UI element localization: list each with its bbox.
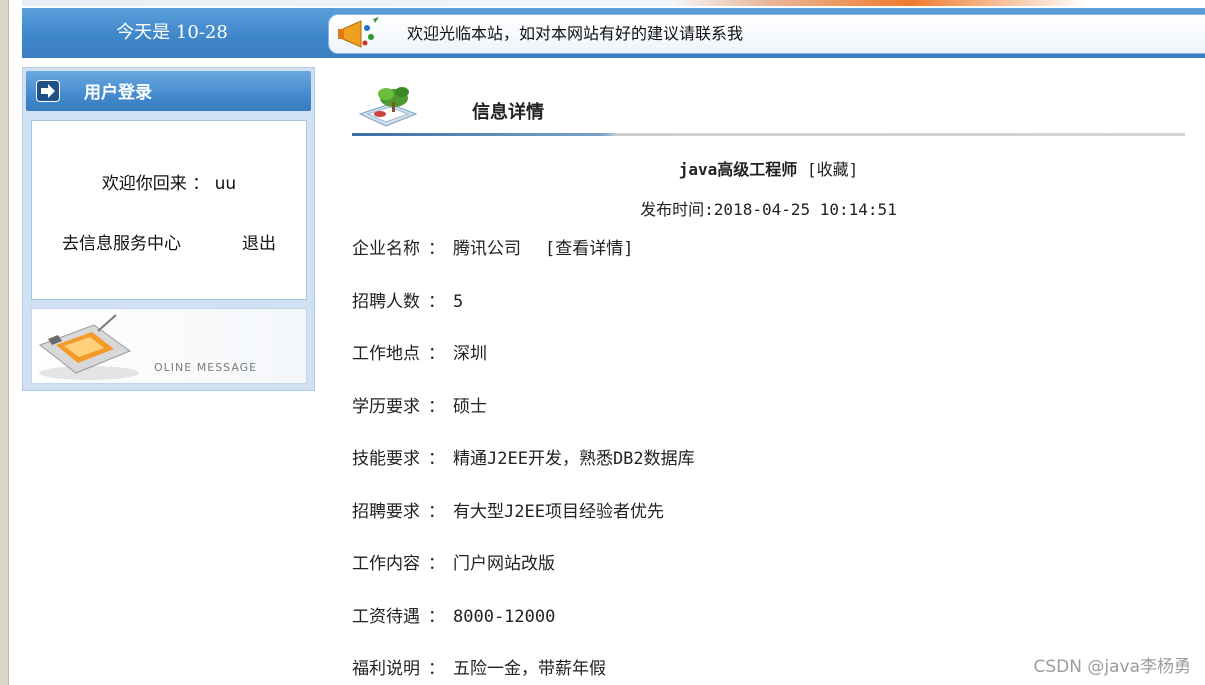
login-panel-header: 用户登录	[26, 71, 311, 111]
job-title-line: java高级工程师 [收藏]	[352, 156, 1185, 180]
field-label: 企业名称	[352, 239, 420, 259]
field-row-job-content: 工作内容 ： 门户网站改版	[352, 549, 555, 574]
field-separator: ：	[428, 554, 445, 574]
field-row-skills: 技能要求 ： 精通J2EE开发，熟悉DB2数据库	[352, 444, 695, 469]
field-row-salary: 工资待遇 ： 8000-12000	[352, 602, 555, 627]
window-edge	[0, 0, 9, 685]
field-label: 工作地点	[352, 344, 420, 364]
welcome-message: 欢迎你回来 ： uu	[32, 169, 306, 194]
login-panel: 用户登录 欢迎你回来 ： uu 去信息服务中心 退出 OLINE MESSAGE	[22, 67, 315, 391]
field-separator: ：	[428, 397, 445, 417]
field-label: 技能要求	[352, 449, 420, 469]
online-message-banner[interactable]: OLINE MESSAGE	[31, 308, 307, 384]
field-row-headcount: 招聘人数 ： 5	[352, 287, 463, 312]
field-value: 腾讯公司	[453, 239, 521, 259]
field-row-location: 工作地点 ： 深圳	[352, 339, 487, 364]
field-value: 硕士	[453, 397, 487, 417]
info-detail-header: 信息详情	[352, 80, 1185, 136]
date-text: 今天是 10-28	[116, 22, 228, 43]
publish-label: 发布时间:	[640, 200, 714, 219]
field-separator: ：	[428, 607, 445, 627]
csdn-watermark: CSDN @java李杨勇	[1033, 657, 1192, 677]
field-row-requirements: 招聘要求 ： 有大型J2EE项目经验者优先	[352, 497, 664, 522]
field-separator: ：	[428, 239, 445, 259]
field-label: 工作内容	[352, 554, 420, 574]
online-message-label: OLINE MESSAGE	[154, 361, 258, 374]
notice-text: 欢迎光临本站，如对本网站有好的建议请联系我	[407, 24, 744, 43]
field-label: 招聘要求	[352, 502, 420, 522]
username: uu	[214, 174, 237, 194]
field-separator: ：	[428, 344, 445, 364]
publish-time-line: 发布时间:2018-04-25 10:14:51	[352, 196, 1185, 220]
field-separator: ：	[428, 449, 445, 469]
megaphone-icon	[335, 15, 387, 53]
pda-device-icon	[34, 311, 144, 387]
job-title: java高级工程师	[678, 160, 798, 179]
field-label: 福利说明	[352, 659, 420, 679]
field-separator: ：	[428, 292, 445, 312]
view-company-details-link[interactable]: [查看详情]	[545, 239, 633, 259]
field-value: 有大型J2EE项目经验者优先	[453, 502, 664, 522]
section-title: 信息详情	[472, 102, 544, 123]
field-value: 精通J2EE开发，熟悉DB2数据库	[453, 449, 695, 469]
field-value: 8000-12000	[453, 607, 556, 627]
field-row-education: 学历要求 ： 硕士	[352, 392, 487, 417]
field-label: 招聘人数	[352, 292, 420, 312]
field-value: 5	[453, 292, 464, 312]
info-detail-panel: 信息详情 java高级工程师 [收藏] 发布时间:2018-04-25 10:1…	[352, 80, 1185, 679]
login-panel-title: 用户登录	[84, 83, 152, 103]
field-separator: ：	[428, 659, 445, 679]
top-banner-image	[22, 0, 1205, 6]
field-value: 门户网站改版	[453, 554, 555, 574]
field-row-company: 企业名称 ： 腾讯公司 [查看详情]	[352, 234, 633, 259]
favorite-link[interactable]: [收藏]	[807, 160, 858, 179]
field-value: 深圳	[453, 344, 487, 364]
welcome-prefix: 欢迎你回来 ：	[101, 174, 210, 194]
notice-box: 欢迎光临本站，如对本网站有好的建议请联系我	[328, 14, 1205, 54]
plant-tray-icon	[356, 80, 422, 134]
field-row-benefits: 福利说明 ： 五险一金，带薪年假	[352, 654, 606, 679]
header-divider	[352, 133, 1185, 136]
service-center-link[interactable]: 去信息服务中心	[62, 229, 181, 254]
logout-link[interactable]: 退出	[242, 229, 276, 254]
header-bar: 今天是 10-28 欢迎光临本站，如对本网站有好的建议请联系我	[22, 8, 1205, 58]
arrow-right-icon	[36, 80, 60, 102]
field-label: 工资待遇	[352, 607, 420, 627]
publish-time: 2018-04-25 10:14:51	[713, 200, 897, 219]
field-separator: ：	[428, 502, 445, 522]
field-label: 学历要求	[352, 397, 420, 417]
login-info-box: 欢迎你回来 ： uu 去信息服务中心 退出	[31, 120, 307, 300]
field-value: 五险一金，带薪年假	[453, 659, 606, 679]
